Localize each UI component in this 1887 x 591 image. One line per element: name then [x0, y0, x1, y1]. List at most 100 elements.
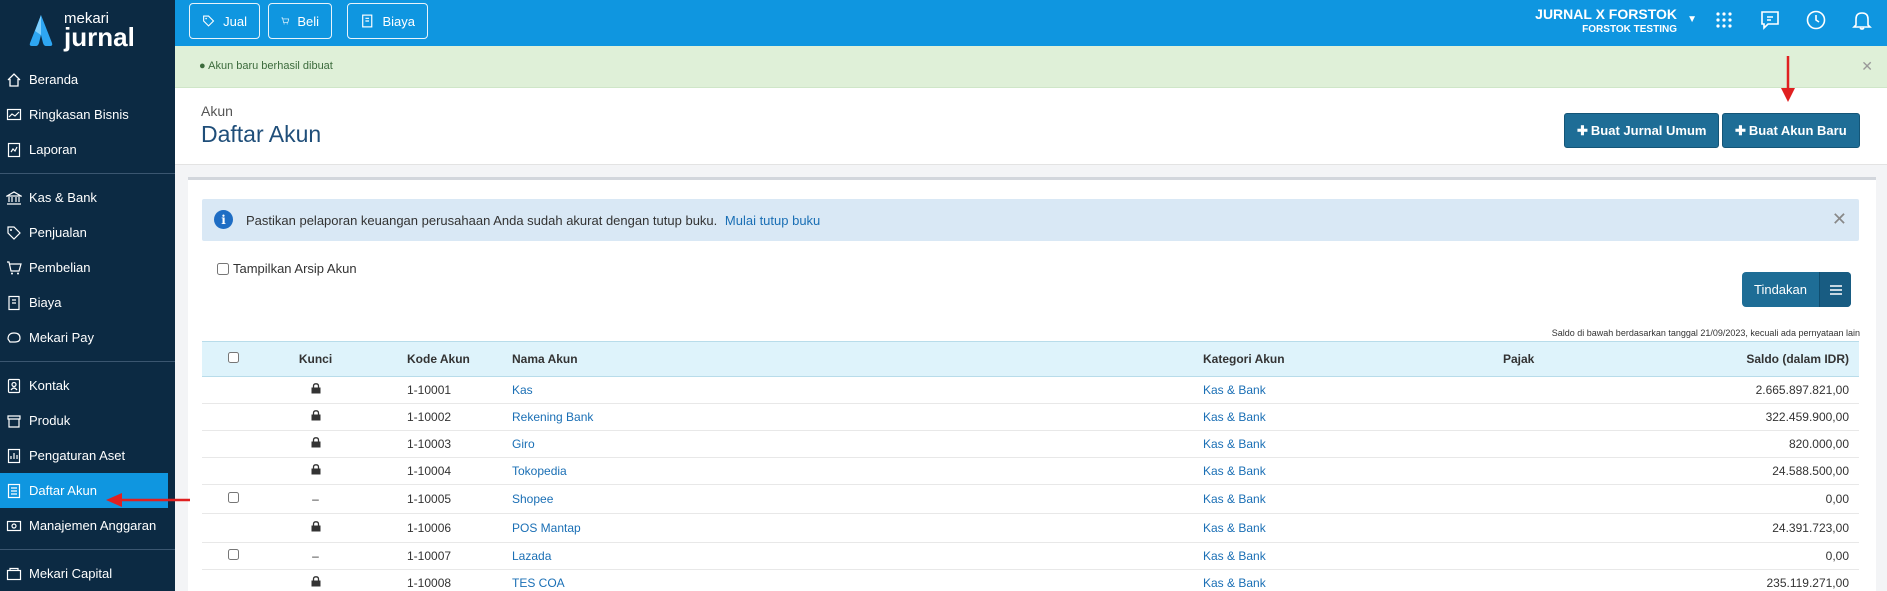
row-nama-link[interactable]: Lazada: [512, 549, 551, 563]
row-nama-link[interactable]: Giro: [512, 437, 535, 451]
buat-jurnal-umum-label: Buat Jurnal Umum: [1590, 123, 1707, 138]
success-alert-text: Akun baru berhasil dibuat: [208, 60, 333, 72]
row-nama-link[interactable]: Tokopedia: [512, 464, 567, 478]
col-kategori-akun[interactable]: Kategori Akun: [1203, 341, 1503, 377]
archive-toggle[interactable]: Tampilkan Arsip Akun: [217, 261, 357, 276]
clock-icon[interactable]: [1805, 9, 1827, 31]
chart-icon: [5, 106, 23, 124]
sidebar-item-ringkasan-bisnis[interactable]: Ringkasan Bisnis: [0, 97, 175, 132]
biaya-button[interactable]: Biaya: [347, 3, 428, 39]
table-row[interactable]: 1-10001 Kas Kas & Bank 2.665.897.821,00: [202, 376, 1859, 404]
sidebar-item-biaya[interactable]: Biaya: [0, 285, 175, 320]
sidebar-item-pembelian[interactable]: Pembelian: [0, 250, 175, 285]
row-pajak: [1503, 484, 1663, 514]
row-checkbox[interactable]: [227, 492, 239, 503]
table-row[interactable]: 1-10002 Rekening Bank Kas & Bank 322.459.90…: [202, 403, 1859, 431]
mekari-jurnal-logo[interactable]: mekari jurnal: [0, 0, 175, 60]
lock-icon: [311, 410, 320, 421]
row-lock-cell: [264, 430, 367, 458]
bell-icon[interactable]: [1851, 9, 1873, 31]
row-saldo: 24.391.723,00: [1663, 513, 1859, 543]
row-kategori-link[interactable]: Kas & Bank: [1203, 492, 1266, 506]
sidebar-item-beranda[interactable]: Beranda: [0, 62, 175, 97]
row-nama-link[interactable]: TES COA: [512, 576, 565, 590]
row-nama-link[interactable]: Rekening Bank: [512, 410, 593, 424]
row-nama-link[interactable]: POS Mantap: [512, 521, 581, 535]
receipt-icon: [5, 294, 23, 312]
row-kategori-link[interactable]: Kas & Bank: [1203, 437, 1266, 451]
sidebar-item-mekari-pay[interactable]: Mekari Pay: [0, 320, 175, 355]
tindakan-button[interactable]: Tindakan: [1742, 272, 1851, 307]
col-saldo[interactable]: Saldo (dalam IDR): [1663, 341, 1859, 377]
sidebar-item-mekari-capital[interactable]: Mekari Capital: [0, 556, 175, 591]
jual-button[interactable]: Jual: [189, 3, 260, 39]
row-kode: 1-10008: [367, 569, 512, 591]
table-row[interactable]: 1-10008 TES COA Kas & Bank 235.119.271,00: [202, 569, 1859, 591]
saldo-note: Saldo di bawah berdasarkan tanggal 21/09…: [1551, 328, 1860, 338]
row-lock-cell: [264, 376, 367, 404]
col-nama-akun[interactable]: Nama Akun: [512, 341, 1203, 377]
select-all-checkbox[interactable]: [227, 352, 239, 363]
unlocked-dash: –: [312, 492, 319, 506]
sidebar-item-pengaturan-aset[interactable]: Pengaturan Aset: [0, 438, 175, 473]
row-kategori-link[interactable]: Kas & Bank: [1203, 576, 1266, 590]
lock-icon: [311, 383, 320, 394]
pay-icon: [5, 329, 23, 347]
table-row[interactable]: 1-10004 Tokopedia Kas & Bank 24.588.500,00: [202, 457, 1859, 485]
row-kategori-link[interactable]: Kas & Bank: [1203, 464, 1266, 478]
row-nama-link[interactable]: Kas: [512, 383, 533, 397]
row-kategori-link[interactable]: Kas & Bank: [1203, 383, 1266, 397]
row-select-cell: [202, 542, 264, 570]
row-kode: 1-10005: [367, 484, 512, 514]
sidebar-item-label: Manajemen Anggaran: [29, 518, 157, 533]
unlocked-dash: –: [312, 549, 319, 563]
table-row[interactable]: 1-10006 POS Mantap Kas & Bank 24.391.723,00: [202, 513, 1859, 543]
company-switcher[interactable]: JURNAL X FORSTOK FORSTOK TESTING: [1535, 6, 1677, 35]
row-lock-cell: [264, 403, 367, 431]
mulai-tutup-buku-link[interactable]: Mulai tutup buku: [725, 213, 820, 228]
breadcrumb[interactable]: Akun: [201, 103, 233, 119]
beli-button[interactable]: Beli: [268, 3, 332, 39]
info-circle-icon: ●: [199, 60, 206, 72]
sidebar-item-kontak[interactable]: Kontak: [0, 368, 175, 403]
apps-grid-icon[interactable]: [1713, 9, 1735, 31]
buat-akun-baru-button[interactable]: ✚ Buat Akun Baru: [1722, 113, 1860, 148]
row-kategori-link[interactable]: Kas & Bank: [1203, 521, 1266, 535]
archive-checkbox[interactable]: [217, 262, 229, 275]
row-nama-link[interactable]: Shopee: [512, 492, 553, 506]
row-select-cell: [202, 569, 264, 591]
table-row[interactable]: 1-10003 Giro Kas & Bank 820.000,00: [202, 430, 1859, 458]
sidebar-item-label: Biaya: [29, 295, 62, 310]
row-saldo: 235.119.271,00: [1663, 569, 1859, 591]
col-kode-akun[interactable]: Kode Akun: [367, 341, 512, 377]
close-icon[interactable]: ✕: [1861, 58, 1873, 75]
tag-icon: [5, 224, 23, 242]
chat-icon[interactable]: [1759, 9, 1781, 31]
logo-mark-icon: [29, 15, 53, 46]
sidebar-item-kas-bank[interactable]: Kas & Bank: [0, 180, 175, 215]
sidebar-item-manajemen-anggaran[interactable]: Manajemen Anggaran: [0, 508, 175, 543]
sidebar-item-penjualan[interactable]: Penjualan: [0, 215, 175, 250]
tag-icon: [203, 15, 215, 27]
row-checkbox[interactable]: [227, 549, 239, 560]
brand-big: jurnal: [64, 21, 135, 52]
row-lock-cell: [264, 569, 367, 591]
contact-icon: [5, 377, 23, 395]
row-kategori-link[interactable]: Kas & Bank: [1203, 410, 1266, 424]
report-icon: [5, 141, 23, 159]
hamburger-menu-icon[interactable]: [1819, 272, 1851, 307]
chevron-down-icon[interactable]: ▼: [1687, 14, 1697, 25]
sidebar-item-laporan[interactable]: Laporan: [0, 132, 175, 167]
table-row[interactable]: – 1-10007 Lazada Kas & Bank 0,00: [202, 542, 1859, 570]
tutup-buku-text: Pastikan pelaporan keuangan perusahaan A…: [246, 213, 718, 228]
table-row[interactable]: – 1-10005 Shopee Kas & Bank 0,00: [202, 484, 1859, 514]
sidebar-item-label: Produk: [29, 413, 71, 428]
row-kategori-link[interactable]: Kas & Bank: [1203, 549, 1266, 563]
sidebar-item-produk[interactable]: Produk: [0, 403, 175, 438]
row-lock-cell: [264, 513, 367, 543]
row-saldo: 0,00: [1663, 542, 1859, 570]
lock-icon: [311, 437, 320, 448]
close-icon[interactable]: ✕: [1832, 209, 1847, 230]
annotation-arrow-left: [106, 493, 190, 507]
buat-jurnal-umum-button[interactable]: ✚ Buat Jurnal Umum: [1564, 113, 1720, 148]
